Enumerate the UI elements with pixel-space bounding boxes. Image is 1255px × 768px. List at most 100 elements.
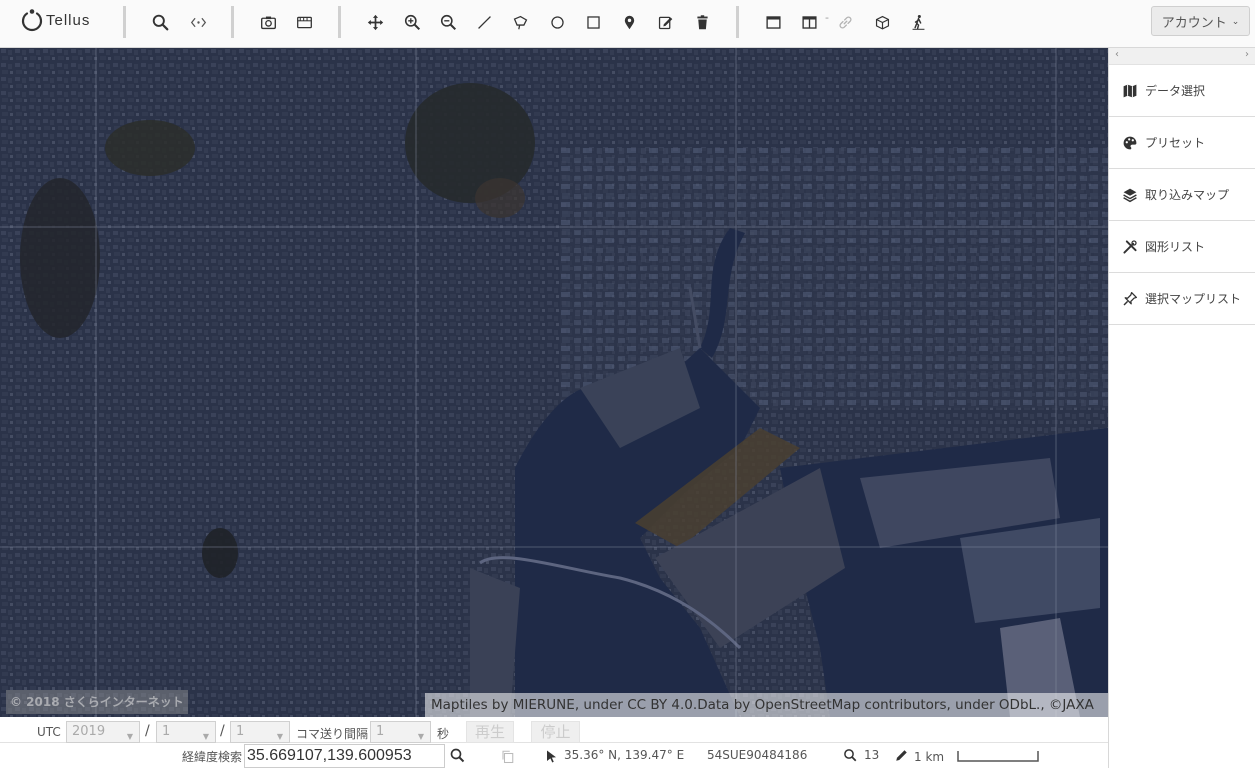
scale-label: 1 km <box>914 750 945 764</box>
app-logo[interactable]: Tellus <box>20 7 90 33</box>
year-select[interactable]: 2019 ▼ <box>66 721 140 743</box>
timelapse-button[interactable] <box>292 10 316 34</box>
zoom-in-button[interactable] <box>400 10 424 34</box>
zoom-in-icon <box>404 14 420 30</box>
draw-rectangle-button[interactable] <box>581 10 605 34</box>
move-icon <box>367 14 383 30</box>
layers-icon <box>1123 188 1137 202</box>
search-button[interactable] <box>148 10 172 34</box>
code-brackets-icon <box>190 17 206 27</box>
cursor-coordinates: 35.36° N, 139.47° E <box>564 748 685 762</box>
panel-item-label: プリセット <box>1145 136 1206 150</box>
street-view-button[interactable] <box>906 10 930 34</box>
draw-polygon-icon <box>513 15 527 29</box>
screenshot-button[interactable] <box>256 10 280 34</box>
month-select[interactable]: 1 ▼ <box>156 721 216 743</box>
map-icon <box>1123 84 1137 97</box>
single-view-button[interactable] <box>761 10 785 34</box>
sync-views-button[interactable] <box>833 10 857 34</box>
utc-label: UTC <box>37 725 61 739</box>
tellus-logo-icon <box>21 9 43 32</box>
zoom-out-button[interactable] <box>436 10 460 34</box>
time-controls: UTC 2019 ▼ / 1 ▼ / 1 ▼ コマ送り間隔 1 ▼ 秒 再生 停止 <box>0 717 1108 743</box>
edit-note-icon <box>658 16 672 29</box>
draw-polygon-button[interactable] <box>508 10 532 34</box>
map-attribution: Maptiles by MIERUNE, under CC BY 4.0.Dat… <box>425 693 1108 717</box>
panel-item-data-select[interactable]: データ選択 <box>1109 65 1255 117</box>
film-strip-icon <box>296 16 312 28</box>
toolbar-separator <box>338 6 341 38</box>
zoom-level: 13 <box>864 748 880 762</box>
coord-search-button[interactable] <box>450 748 465 766</box>
toolbar-separator <box>231 6 234 38</box>
search-icon <box>450 748 465 763</box>
date-separator: / <box>220 723 225 739</box>
toolbar-dash: - <box>825 11 829 24</box>
add-marker-button[interactable] <box>617 10 641 34</box>
split-window-icon <box>801 15 817 29</box>
mgrs-code: 54SUE90484186 <box>707 748 808 762</box>
search-icon <box>152 14 168 30</box>
pedestrian-icon <box>912 14 924 30</box>
stop-button[interactable]: 停止 <box>531 721 580 743</box>
link-icon <box>839 16 851 28</box>
date-separator: / <box>145 723 150 739</box>
play-button[interactable]: 再生 <box>466 721 514 743</box>
satellite-imagery <box>0 48 1108 717</box>
panel-item-selected-map-list[interactable]: 選択マップリスト <box>1109 273 1255 325</box>
interval-label: コマ送り間隔 <box>296 727 369 741</box>
panel-item-label: データ選択 <box>1145 84 1206 98</box>
pin-icon <box>1123 291 1138 306</box>
panel-item-imported-maps[interactable]: 取り込みマップ <box>1109 169 1255 221</box>
draw-circle-button[interactable] <box>545 10 569 34</box>
palette-icon <box>1123 136 1137 149</box>
panel-item-label: 取り込みマップ <box>1145 188 1230 202</box>
coord-search-label: 経緯度検索 <box>182 750 243 764</box>
satellite-map[interactable]: © 2018 さくらインターネット Maptiles by MIERUNE, u… <box>0 48 1108 717</box>
embed-code-button[interactable] <box>186 10 210 34</box>
logo-text: Tellus <box>46 12 91 29</box>
single-window-icon <box>765 15 781 29</box>
toolbar-separator <box>123 6 126 38</box>
3d-view-button[interactable] <box>870 10 894 34</box>
cube-3d-icon <box>875 15 889 30</box>
trash-icon <box>696 14 708 29</box>
cursor-icon <box>544 749 559 767</box>
top-toolbar: Tellus - アカウント ⌄ <box>0 0 1255 48</box>
add-note-button[interactable] <box>653 10 677 34</box>
draw-line-button[interactable] <box>472 10 496 34</box>
side-panel: ‹ › データ選択 プリセット 取り込みマップ 図形リスト 選択マップリスト <box>1108 48 1255 768</box>
draw-circle-icon <box>550 15 564 29</box>
scroll-right-arrow-icon[interactable]: › <box>1245 49 1249 60</box>
panel-item-label: 図形リスト <box>1145 240 1206 254</box>
zoom-level-icon <box>843 748 858 766</box>
coord-search-input[interactable] <box>244 744 445 768</box>
scroll-left-arrow-icon[interactable]: ‹ <box>1115 49 1119 60</box>
tools-icon <box>1123 239 1137 254</box>
split-view-button[interactable] <box>797 10 821 34</box>
day-select[interactable]: 1 ▼ <box>230 721 290 743</box>
panel-item-preset[interactable]: プリセット <box>1109 117 1255 169</box>
draw-rectangle-icon <box>586 15 600 29</box>
chevron-down-icon: ⌄ <box>1231 17 1240 27</box>
copy-coords-button[interactable] <box>500 749 515 767</box>
panel-scrollbar[interactable]: ‹ › <box>1109 48 1255 65</box>
panel-item-shape-list[interactable]: 図形リスト <box>1109 221 1255 273</box>
panel-item-label: 選択マップリスト <box>1145 292 1242 306</box>
account-label: アカウント <box>1161 15 1227 31</box>
account-menu-button[interactable]: アカウント ⌄ <box>1151 6 1250 36</box>
map-marker-icon <box>624 15 634 29</box>
draw-line-icon <box>477 15 491 29</box>
toolbar-separator <box>736 6 739 38</box>
interval-select[interactable]: 1 ▼ <box>370 721 431 743</box>
zoom-out-icon <box>440 14 456 30</box>
scale-bar <box>957 751 1039 762</box>
pan-tool-button[interactable] <box>363 10 387 34</box>
copy-icon <box>502 750 514 764</box>
camera-icon <box>260 16 276 29</box>
ruler-pencil-icon <box>894 748 909 766</box>
seconds-label: 秒 <box>437 727 450 741</box>
map-copyright: © 2018 さくらインターネット <box>6 690 188 714</box>
delete-button[interactable] <box>690 10 714 34</box>
status-bar: 経緯度検索 35.36° N, 139.47° E 54SUE90484186 … <box>0 743 1108 768</box>
